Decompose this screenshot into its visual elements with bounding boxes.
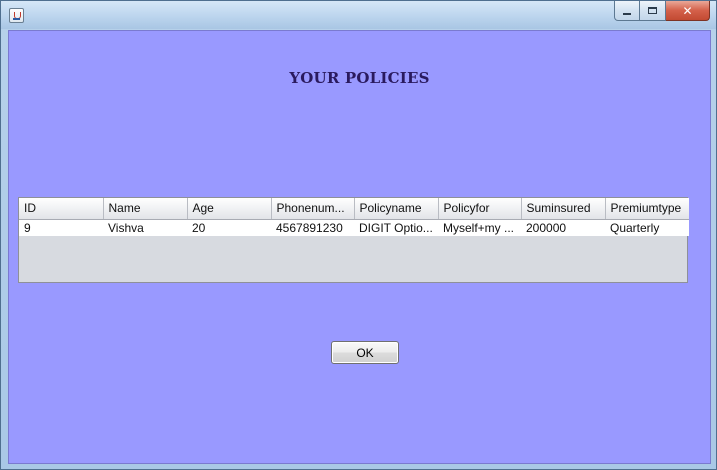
column-header-policyname[interactable]: Policyname — [354, 198, 439, 220]
title-bar[interactable]: ✕ — [1, 1, 716, 29]
cell-policyname: DIGIT Optio... — [354, 219, 438, 236]
cell-premiumtype: Quarterly — [605, 219, 689, 236]
maximize-button[interactable] — [640, 1, 666, 21]
app-window: ✕ YOUR POLICIES ID Name Age Phonenum... … — [0, 0, 717, 470]
minimize-icon — [623, 12, 631, 15]
content-panel: YOUR POLICIES ID Name Age Phonenum... Po… — [8, 30, 711, 464]
column-header-age[interactable]: Age — [187, 198, 272, 220]
table-row[interactable]: 9 Vishva 20 4567891230 DIGIT Optio... My… — [19, 219, 689, 236]
page-title: YOUR POLICIES — [289, 69, 430, 87]
column-header-name[interactable]: Name — [103, 198, 188, 220]
cell-id: 9 — [19, 219, 103, 236]
column-header-policyfor[interactable]: Policyfor — [438, 198, 522, 220]
column-header-phonenumber[interactable]: Phonenum... — [271, 198, 355, 220]
cell-policyfor: Myself+my ... — [438, 219, 521, 236]
policies-table[interactable]: ID Name Age Phonenum... Policyname Polic… — [18, 197, 689, 283]
cell-name: Vishva — [103, 219, 187, 236]
cell-age: 20 — [187, 219, 271, 236]
cell-suminsured: 200000 — [521, 219, 605, 236]
java-app-icon[interactable] — [9, 8, 24, 23]
column-header-suminsured[interactable]: Suminsured — [521, 198, 606, 220]
window-controls: ✕ — [614, 1, 710, 21]
table-header-row: ID Name Age Phonenum... Policyname Polic… — [19, 198, 689, 220]
minimize-button[interactable] — [614, 1, 640, 21]
ok-button[interactable]: OK — [331, 341, 399, 364]
close-button[interactable]: ✕ — [666, 1, 710, 21]
cell-phonenumber: 4567891230 — [271, 219, 354, 236]
column-header-id[interactable]: ID — [19, 198, 104, 220]
column-header-premiumtype[interactable]: Premiumtype — [605, 198, 689, 220]
maximize-icon — [648, 7, 657, 14]
close-icon: ✕ — [682, 3, 693, 18]
